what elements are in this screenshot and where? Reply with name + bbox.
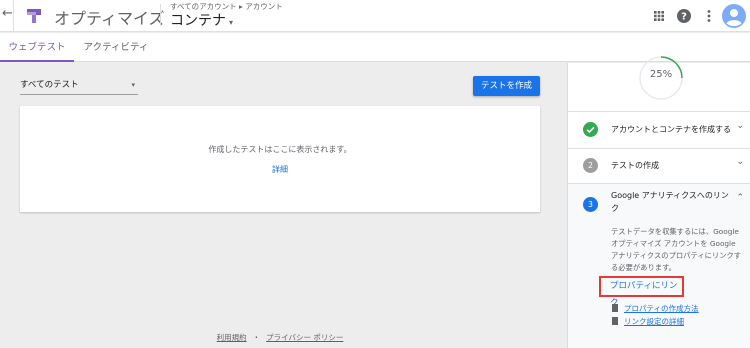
container-selector[interactable]: コンテナ ▾ [170,10,233,30]
terms-link[interactable]: 利用規約 [217,333,247,342]
step-create-test[interactable]: 2 テストの作成 ⌄ [568,149,750,183]
empty-state-message: 作成したテストはここに表示されます。 [208,145,352,154]
link-property-button[interactable]: プロパティにリンク [599,276,684,308]
header-divider [160,4,161,26]
doc-link-create-property[interactable]: プロパティの作成方法 [612,303,699,314]
step-label: テストの作成 [611,161,659,170]
progress-percent: 25% [649,69,673,80]
create-test-button[interactable]: テストを作成 [473,76,540,96]
svg-text:?: ? [681,12,687,23]
more-vert-icon[interactable] [700,7,718,25]
step-number: 2 [583,158,598,173]
test-filter-select[interactable]: すべてのテスト ▾ [20,78,138,95]
tab-activity[interactable]: アクティビティ [78,33,154,62]
step-number: 3 [583,197,598,212]
help-icon[interactable]: ? [675,7,693,25]
step-description: テストデータを収集するには、Google オプティマイズ アカウントを Goog… [611,227,742,272]
app-header: ← オプティマイズ すべてのアカウント ▸ アカウント コンテナ ▾ ? [0,0,750,32]
tests-list-card: 作成したテストはここに表示されます。 詳細 [20,106,540,212]
dropdown-arrow-icon: ▾ [131,81,135,89]
optimize-logo-icon [27,9,41,23]
check-circle-icon [583,122,598,137]
document-icon [612,317,618,325]
brand-name[interactable]: オプティマイズ [54,5,165,29]
step-label[interactable]: Google アナリティクスへのリンク [611,189,729,215]
doc-link-link-settings[interactable]: リンク設定の詳細 [612,316,684,327]
document-icon [612,304,618,312]
footer: 利用規約・プライバシー ポリシー [0,332,560,343]
tab-web-tests[interactable]: ウェブテスト [0,33,74,62]
privacy-link[interactable]: プライバシー ポリシー [266,333,343,342]
chevron-down-icon: ⌄ [736,121,744,131]
chevron-down-icon: ▾ [229,18,234,27]
step-label: アカウントとコンテナを作成する [611,125,731,134]
apps-grid-icon[interactable] [650,7,668,25]
chevron-down-icon: ⌄ [736,157,744,167]
header-divider [13,0,14,32]
filter-value: すべてのテスト [20,80,79,90]
chevron-up-icon[interactable]: ⌃ [736,193,744,203]
footer-separator: ・ [252,333,261,342]
back-arrow-icon[interactable]: ← [2,6,13,21]
avatar[interactable] [722,4,746,28]
step-create-account[interactable]: アカウントとコンテナを作成する ⌄ [568,112,750,148]
detail-link[interactable]: 詳細 [20,164,540,175]
container-name: コンテナ [170,13,226,29]
